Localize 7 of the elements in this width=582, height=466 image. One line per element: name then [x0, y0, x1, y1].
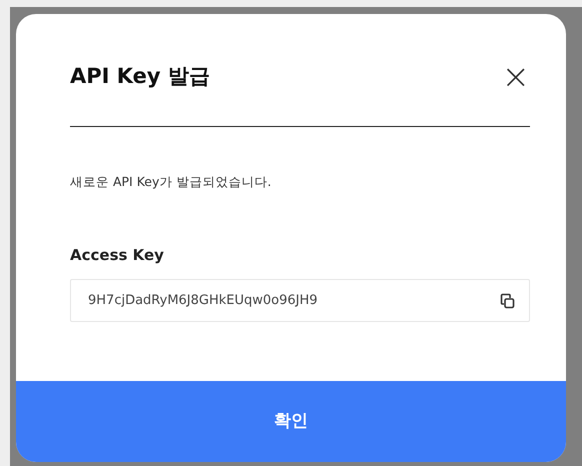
field-label: Access Key	[70, 244, 165, 266]
access-key-field[interactable]: 9H7cjDadRyM6J8GHkEUqw0o96JH9	[70, 279, 530, 322]
copy-icon[interactable]	[500, 292, 515, 309]
dialog-title: API Key 발급	[70, 63, 210, 90]
close-button[interactable]: ×	[502, 60, 530, 94]
message-text: 새로운 API Key가 발급되었습니다.	[70, 173, 272, 191]
confirm-button[interactable]: 확인	[16, 381, 566, 462]
